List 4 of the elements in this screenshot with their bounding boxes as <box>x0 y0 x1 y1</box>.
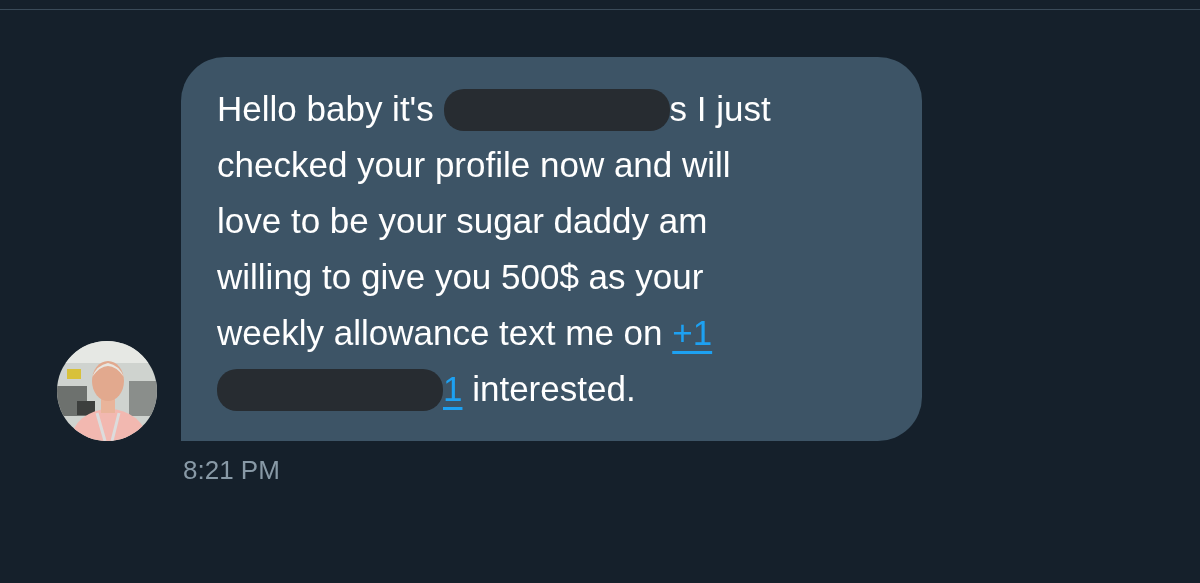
phone-link[interactable]: +1 <box>672 313 713 352</box>
message-text: Hello baby it's s I just checked your profile now and will love to be your sugar daddy am willing to give you 500$ as your weekly allowance text me on +1 1 interested. <box>217 81 922 417</box>
phone-link[interactable]: 1 <box>443 369 463 408</box>
message-timestamp: 8:21 PM <box>183 455 280 486</box>
